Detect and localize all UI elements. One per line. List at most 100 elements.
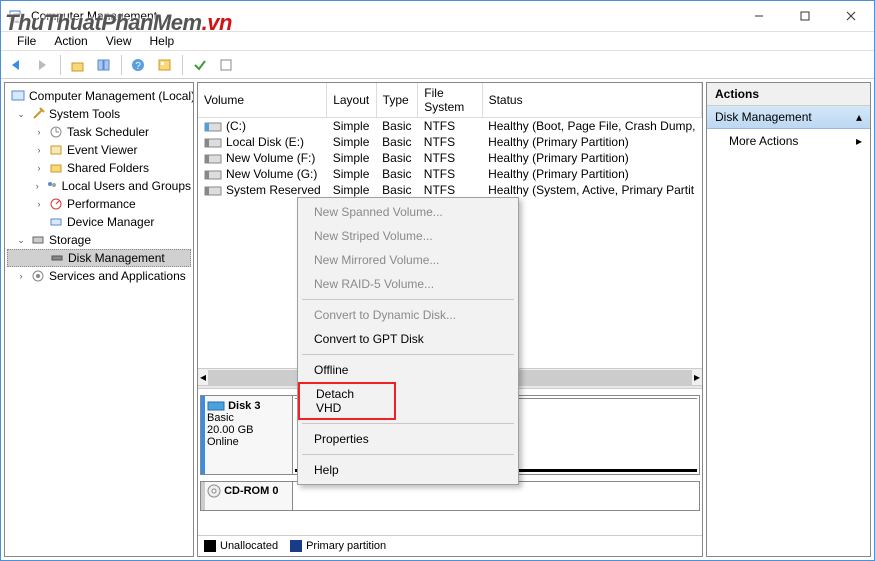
tree-task-scheduler[interactable]: › Task Scheduler xyxy=(7,123,191,141)
col-status[interactable]: Status xyxy=(482,83,701,118)
cm-properties[interactable]: Properties xyxy=(300,427,516,451)
collapse-icon[interactable]: ▴ xyxy=(856,110,862,124)
tree-label: Services and Applications xyxy=(49,269,186,283)
col-type[interactable]: Type xyxy=(376,83,418,118)
actions-more[interactable]: More Actions ▸ xyxy=(707,129,870,153)
titlebar: Computer Management xyxy=(1,1,874,31)
table-row[interactable]: New Volume (F:)SimpleBasicNTFSHealthy (P… xyxy=(198,150,702,166)
menu-action[interactable]: Action xyxy=(46,32,95,50)
legend-unalloc: Unallocated xyxy=(220,540,278,552)
cm-offline[interactable]: Offline xyxy=(300,358,516,382)
menu-view[interactable]: View xyxy=(98,32,140,50)
actions-more-label: More Actions xyxy=(729,134,798,148)
tree-performance[interactable]: › Performance xyxy=(7,195,191,213)
tree-label: System Tools xyxy=(49,107,120,121)
maximize-button[interactable] xyxy=(782,1,828,31)
tree-root-label: Computer Management (Local) xyxy=(29,89,194,103)
toolbar: ? xyxy=(1,51,874,79)
help-button[interactable]: ? xyxy=(127,54,151,76)
users-icon xyxy=(45,178,59,194)
forward-button[interactable] xyxy=(31,54,55,76)
actions-header: Actions xyxy=(707,83,870,106)
tree-system-tools[interactable]: ⌄ System Tools xyxy=(7,105,191,123)
cdrom-title: CD-ROM 0 xyxy=(224,485,278,497)
menubar: File Action View Help xyxy=(1,31,874,51)
actions-pane: Actions Disk Management ▴ More Actions ▸ xyxy=(706,82,871,557)
legend-primary: Primary partition xyxy=(306,540,386,552)
computer-icon xyxy=(10,88,26,104)
table-row[interactable]: (C:)SimpleBasicNTFSHealthy (Boot, Page F… xyxy=(198,118,702,135)
chevron-right-icon[interactable]: › xyxy=(33,127,45,137)
shared-folder-icon xyxy=(48,160,64,176)
tree-root[interactable]: Computer Management (Local) xyxy=(7,87,191,105)
tools-icon xyxy=(30,106,46,122)
tree-pane: Computer Management (Local) ⌄ System Too… xyxy=(4,82,194,557)
tree-label: Device Manager xyxy=(67,215,154,229)
tree-disk-management[interactable]: Disk Management xyxy=(7,249,191,267)
context-menu: New Spanned Volume... New Striped Volume… xyxy=(297,197,519,485)
disk3-status: Online xyxy=(207,436,239,448)
close-button[interactable] xyxy=(828,1,874,31)
cm-new-spanned: New Spanned Volume... xyxy=(300,200,516,224)
tree-label: Storage xyxy=(49,233,91,247)
tree-label: Event Viewer xyxy=(67,143,137,157)
chevron-down-icon[interactable]: ⌄ xyxy=(15,109,27,120)
tree-services-apps[interactable]: › Services and Applications xyxy=(7,267,191,285)
device-icon xyxy=(48,214,64,230)
svg-text:?: ? xyxy=(135,61,141,72)
chevron-down-icon[interactable]: ⌄ xyxy=(15,235,27,246)
tree-label: Shared Folders xyxy=(67,161,149,175)
col-layout[interactable]: Layout xyxy=(327,83,376,118)
tree-shared-folders[interactable]: › Shared Folders xyxy=(7,159,191,177)
tree-label: Disk Management xyxy=(68,251,165,265)
cm-detach-vhd[interactable]: Detach VHD xyxy=(298,382,396,420)
chevron-right-icon: ▸ xyxy=(856,134,862,148)
cm-new-mirrored: New Mirrored Volume... xyxy=(300,248,516,272)
disk3-title: Disk 3 xyxy=(228,400,260,412)
disk-icon xyxy=(49,250,65,266)
cm-new-striped: New Striped Volume... xyxy=(300,224,516,248)
up-button[interactable] xyxy=(66,54,90,76)
tree-storage[interactable]: ⌄ Storage xyxy=(7,231,191,249)
refresh-button[interactable] xyxy=(153,54,177,76)
cm-convert-gpt[interactable]: Convert to GPT Disk xyxy=(300,327,516,351)
cm-convert-dynamic: Convert to Dynamic Disk... xyxy=(300,303,516,327)
table-row[interactable]: Local Disk (E:)SimpleBasicNTFSHealthy (P… xyxy=(198,134,702,150)
minimize-button[interactable] xyxy=(736,1,782,31)
event-icon xyxy=(48,142,64,158)
tree-device-manager[interactable]: Device Manager xyxy=(7,213,191,231)
cdrom-row[interactable]: CD-ROM 0 xyxy=(200,481,700,511)
tree-label: Local Users and Groups xyxy=(62,179,191,193)
chevron-right-icon[interactable]: › xyxy=(33,181,42,191)
col-fs[interactable]: File System xyxy=(418,83,482,118)
table-row[interactable]: System ReservedSimpleBasicNTFSHealthy (S… xyxy=(198,182,702,198)
performance-icon xyxy=(48,196,64,212)
scroll-left-icon[interactable]: ◂ xyxy=(200,370,206,384)
back-button[interactable] xyxy=(5,54,29,76)
actions-section[interactable]: Disk Management ▴ xyxy=(707,106,870,129)
menu-help[interactable]: Help xyxy=(142,32,183,50)
properties-button[interactable] xyxy=(92,54,116,76)
chevron-right-icon[interactable]: › xyxy=(33,199,45,209)
table-row[interactable]: New Volume (G:)SimpleBasicNTFSHealthy (P… xyxy=(198,166,702,182)
clock-icon xyxy=(48,124,64,140)
legend: Unallocated Primary partition xyxy=(198,535,702,556)
extra1-button[interactable] xyxy=(188,54,212,76)
actions-section-label: Disk Management xyxy=(715,110,812,124)
chevron-right-icon[interactable]: › xyxy=(33,163,45,173)
chevron-right-icon[interactable]: › xyxy=(33,145,45,155)
col-volume[interactable]: Volume xyxy=(198,83,327,118)
tree-event-viewer[interactable]: › Event Viewer xyxy=(7,141,191,159)
disk3-type: Basic xyxy=(207,412,234,424)
chevron-right-icon[interactable]: › xyxy=(15,271,27,281)
extra2-button[interactable] xyxy=(214,54,238,76)
tree-local-users[interactable]: › Local Users and Groups xyxy=(7,177,191,195)
tree-label: Task Scheduler xyxy=(67,125,149,139)
tree-label: Performance xyxy=(67,197,136,211)
cm-help[interactable]: Help xyxy=(300,458,516,482)
menu-file[interactable]: File xyxy=(9,32,44,50)
services-icon xyxy=(30,268,46,284)
app-icon xyxy=(9,8,25,24)
scroll-right-icon[interactable]: ▸ xyxy=(694,370,700,384)
storage-icon xyxy=(30,232,46,248)
